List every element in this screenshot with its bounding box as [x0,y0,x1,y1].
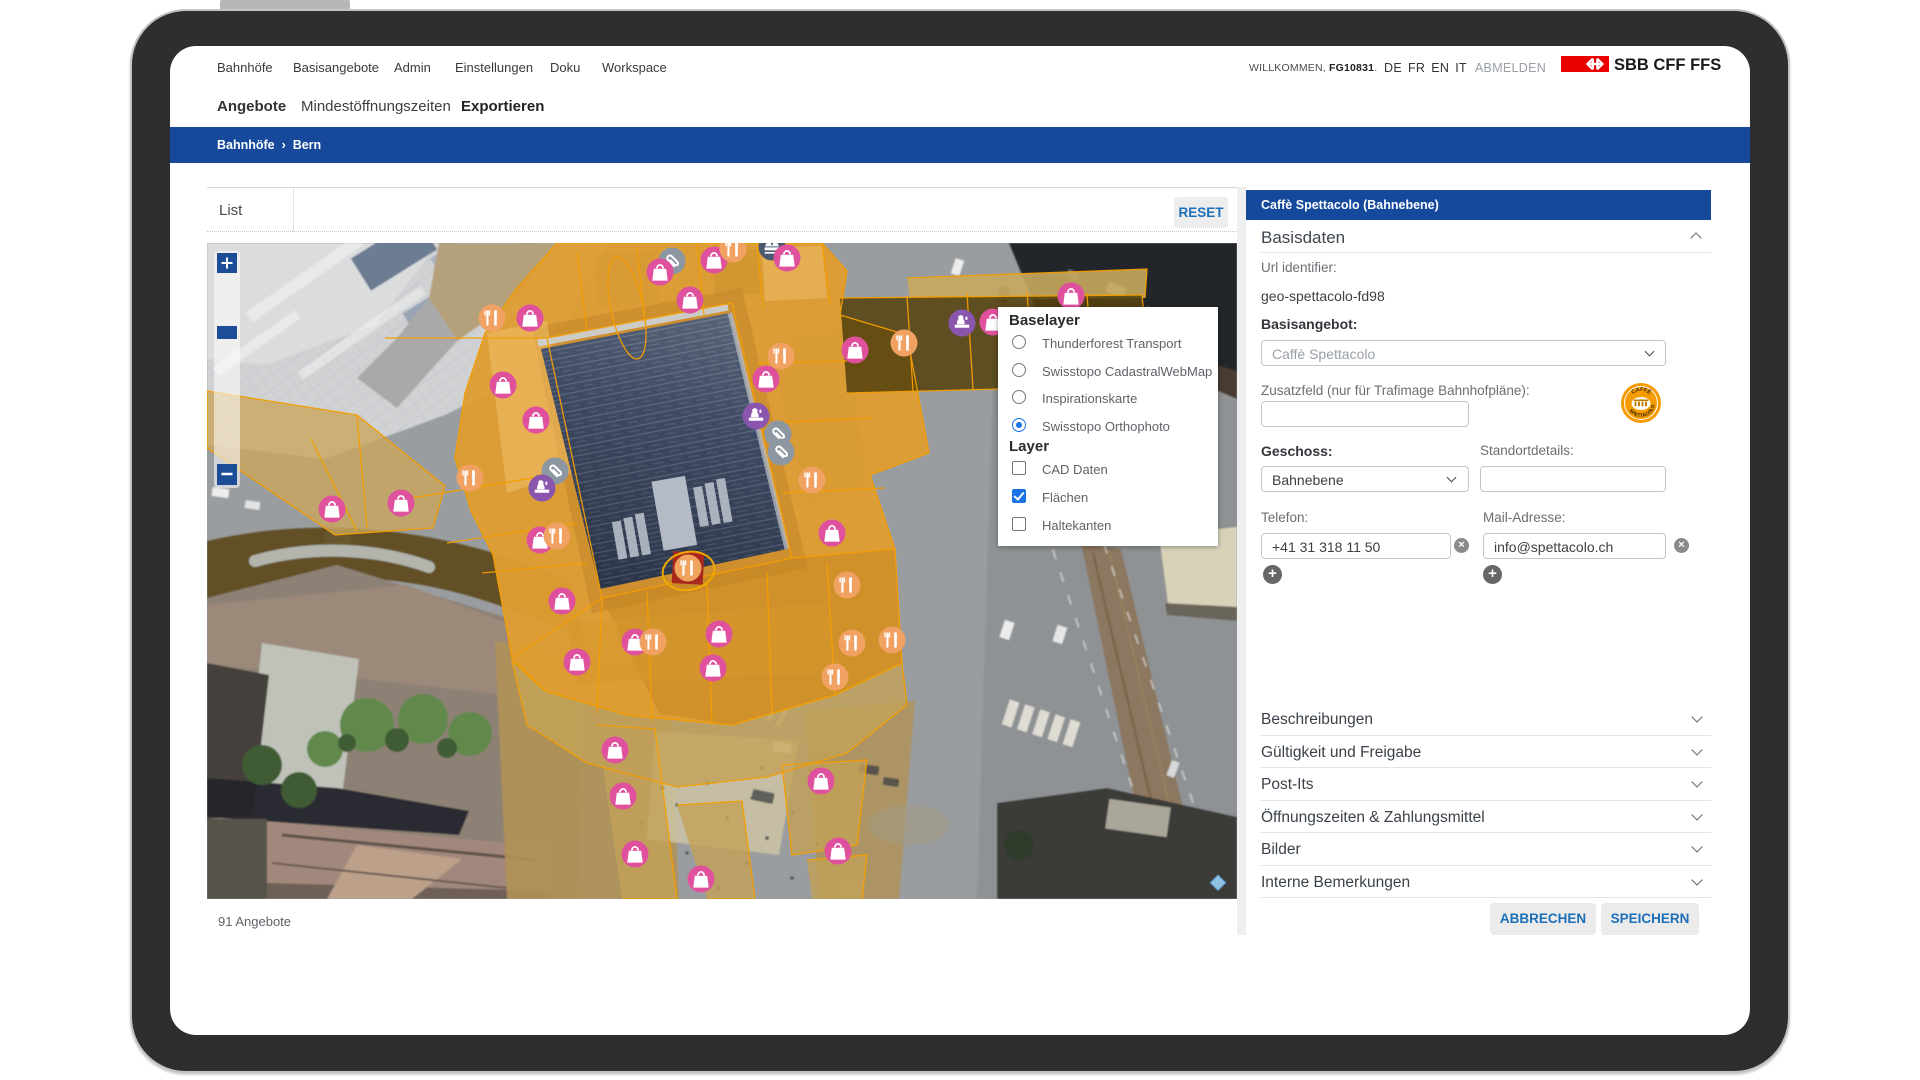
svg-text:SBB CFF FFS: SBB CFF FFS [1614,56,1721,74]
